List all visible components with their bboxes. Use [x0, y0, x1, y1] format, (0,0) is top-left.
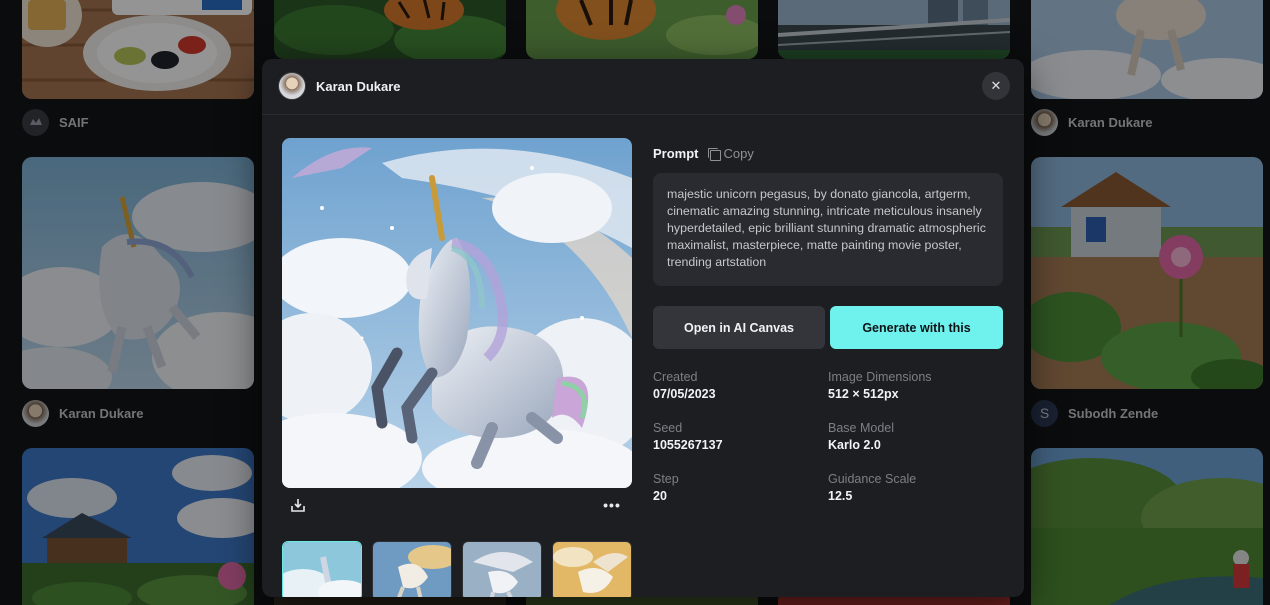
gallery-card-horse[interactable] [1031, 0, 1263, 99]
gallery-author[interactable]: S Subodh Zende [1031, 399, 1158, 427]
gallery-card-lotus[interactable] [1031, 157, 1263, 389]
meta-label: Image Dimensions [828, 370, 932, 384]
meta-created: Created 07/05/2023 [653, 370, 823, 401]
thumbnail-3[interactable] [462, 541, 542, 597]
avatar-initial: S [1039, 405, 1050, 421]
author-name: Karan Dukare [59, 405, 144, 421]
gallery-card-unicorn[interactable] [22, 157, 254, 389]
variation-thumbnails [282, 541, 642, 597]
gallery-card-landscape[interactable] [1031, 448, 1263, 605]
meta-value: 12.5 [828, 489, 853, 503]
meta-value: Karlo 2.0 [828, 438, 881, 452]
author-name: SAIF [59, 114, 89, 130]
gallery-card-hut[interactable] [22, 448, 254, 605]
more-icon: ••• [603, 497, 621, 513]
copy-prompt-button[interactable]: Copy [707, 146, 754, 161]
meta-seed: Seed 1055267137 [653, 421, 823, 452]
meta-value: 07/05/2023 [653, 387, 716, 401]
gallery-card-tiger[interactable] [274, 0, 506, 59]
generated-image[interactable] [282, 138, 632, 488]
meta-label: Step [653, 472, 679, 486]
author-name[interactable]: Karan Dukare [316, 79, 401, 94]
meta-value: 512 × 512px [828, 387, 899, 401]
gallery-card-tiger-2[interactable] [526, 0, 758, 59]
modal-header: Karan Dukare ✕ [262, 59, 1024, 115]
gallery-card-food[interactable] [22, 0, 254, 99]
image-detail-modal: Karan Dukare ✕ ••• Prompt Copy majestic … [262, 59, 1024, 597]
copy-icon [707, 147, 721, 161]
avatar: S [1031, 399, 1058, 427]
download-icon [291, 499, 305, 512]
thumbnail-2[interactable] [372, 541, 452, 597]
gallery-card-city[interactable] [778, 0, 1010, 59]
meta-label: Guidance Scale [828, 472, 917, 486]
thumbnail-4[interactable] [552, 541, 632, 597]
meta-label: Seed [653, 421, 683, 435]
avatar [22, 108, 49, 136]
copy-label: Copy [723, 146, 754, 161]
prompt-header: Prompt Copy [653, 146, 754, 161]
author-name: Subodh Zende [1068, 405, 1159, 421]
meta-value: 1055267137 [653, 438, 723, 452]
download-button[interactable] [290, 497, 310, 517]
meta-guidance-scale: Guidance Scale 12.5 [828, 472, 998, 503]
meta-label: Base Model [828, 421, 895, 435]
close-button[interactable]: ✕ [982, 72, 1010, 100]
prompt-text: majestic unicorn pegasus, by donato gian… [653, 173, 1003, 286]
meta-dimensions: Image Dimensions 512 × 512px [828, 370, 998, 401]
meta-base-model: Base Model Karlo 2.0 [828, 421, 998, 452]
gallery-author[interactable]: Karan Dukare [22, 399, 144, 427]
gallery-author[interactable]: SAIF [22, 108, 89, 136]
open-in-ai-canvas-button[interactable]: Open in AI Canvas [653, 306, 825, 349]
meta-value: 20 [653, 489, 667, 503]
meta-step: Step 20 [653, 472, 823, 503]
author-name: Karan Dukare [1068, 114, 1153, 130]
avatar [1031, 108, 1058, 136]
thumbnail-1[interactable] [282, 541, 362, 597]
generate-with-this-button[interactable]: Generate with this [830, 306, 1003, 349]
more-options-button[interactable]: ••• [602, 497, 622, 517]
prompt-label: Prompt [653, 146, 699, 161]
close-icon: ✕ [990, 78, 1002, 93]
author-avatar[interactable] [278, 72, 306, 100]
image-actions: ••• [282, 497, 632, 517]
avatar [22, 399, 49, 427]
gallery-author[interactable]: Karan Dukare [1031, 108, 1153, 136]
avatar-icon [29, 118, 42, 125]
meta-label: Created [653, 370, 698, 384]
